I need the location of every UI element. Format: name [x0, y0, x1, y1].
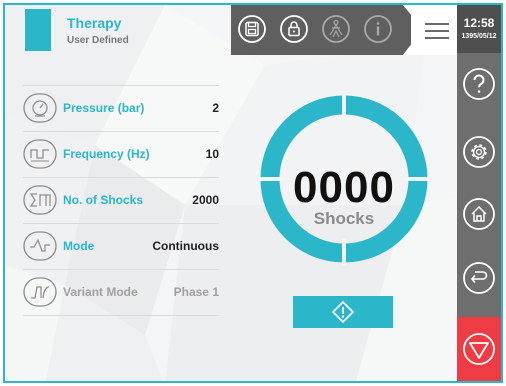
param-mode[interactable]: Mode Continuous	[23, 225, 219, 267]
app-frame: Therapy User Defined 12:58 1395/05/12 Pr…	[3, 3, 503, 383]
divider	[23, 85, 219, 86]
settings-icon[interactable]	[462, 135, 496, 169]
param-variant-mode[interactable]: Variant Mode Phase 1	[23, 271, 219, 313]
shock-unit: Shocks	[313, 209, 375, 228]
page-subtitle: User Defined	[67, 35, 129, 46]
pressure-gauge-icon	[23, 93, 57, 123]
param-value: 2	[212, 101, 219, 115]
param-pressure[interactable]: Pressure (bar) 2	[23, 87, 219, 129]
clock: 12:58 1395/05/12	[457, 5, 501, 53]
frequency-wave-icon	[23, 139, 57, 169]
divider	[23, 269, 219, 270]
param-label: Frequency (Hz)	[63, 147, 150, 161]
save-icon[interactable]	[237, 14, 267, 44]
stop-button[interactable]	[457, 317, 501, 381]
param-label: No. of Shocks	[63, 193, 144, 207]
body-icon[interactable]	[321, 14, 351, 44]
shock-count: 0000	[293, 163, 395, 212]
param-label: Variant Mode	[63, 285, 138, 299]
clock-date: 1395/05/12	[461, 33, 497, 40]
divider	[23, 315, 219, 316]
variant-wave-icon	[23, 277, 57, 307]
page-title: Therapy	[67, 15, 122, 31]
param-shocks[interactable]: No. of Shocks 2000	[23, 179, 219, 221]
info-icon[interactable]	[363, 14, 393, 44]
stop-icon	[463, 333, 495, 365]
mode-wave-icon	[23, 231, 57, 261]
param-frequency[interactable]: Frequency (Hz) 10	[23, 133, 219, 175]
clock-time: 12:58	[463, 16, 495, 30]
shocks-sum-icon	[23, 185, 57, 215]
start-button[interactable]	[293, 296, 393, 328]
menu-icon[interactable]	[425, 22, 449, 40]
param-value: Continuous	[152, 239, 219, 253]
param-label: Pressure (bar)	[63, 101, 145, 115]
help-icon[interactable]	[462, 67, 496, 101]
lock-icon[interactable]	[279, 14, 309, 44]
param-value: 10	[205, 147, 219, 161]
back-icon[interactable]	[462, 261, 496, 295]
brand-block	[25, 9, 51, 51]
param-label: Mode	[63, 239, 95, 253]
top-toolbar	[231, 5, 463, 55]
right-sidebar: 12:58 1395/05/12	[457, 5, 501, 381]
divider	[23, 177, 219, 178]
divider	[23, 223, 219, 224]
divider	[23, 131, 219, 132]
param-value: 2000	[192, 193, 219, 207]
start-diamond-icon	[331, 300, 355, 324]
param-value: Phase 1	[173, 285, 219, 299]
home-icon[interactable]	[462, 197, 496, 231]
